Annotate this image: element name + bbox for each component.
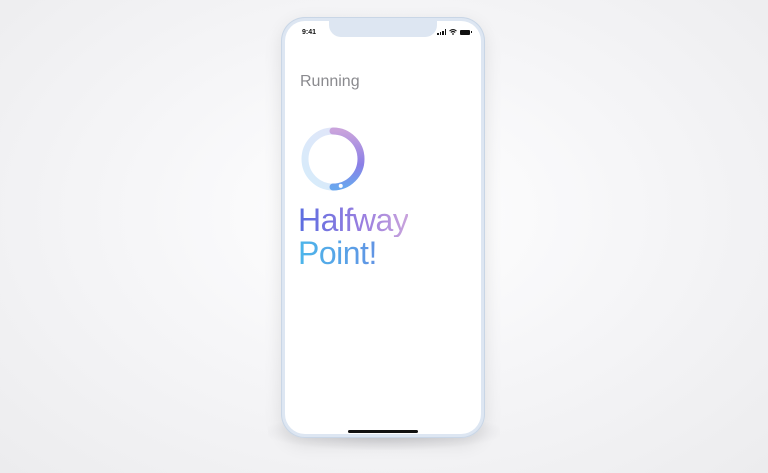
phone-screen: 9:41 Running Halfway Point! [285, 21, 481, 434]
progress-ring [301, 127, 365, 191]
signal-icon [437, 29, 446, 35]
headline: Halfway Point! [298, 202, 409, 270]
notch [329, 21, 437, 37]
status-time: 9:41 [302, 29, 317, 36]
battery-icon [460, 29, 472, 35]
phone-frame: 9:41 Running Halfway Point! [281, 17, 485, 438]
progress-ring-knob [338, 183, 343, 188]
headline-line-1: Halfway [298, 202, 409, 238]
home-indicator [348, 430, 418, 433]
wifi-icon [449, 29, 457, 35]
headline-line-2: Point! [298, 237, 408, 270]
page-title: Running [300, 73, 360, 90]
status-icons [437, 29, 472, 35]
progress-ring-arc [329, 127, 365, 191]
